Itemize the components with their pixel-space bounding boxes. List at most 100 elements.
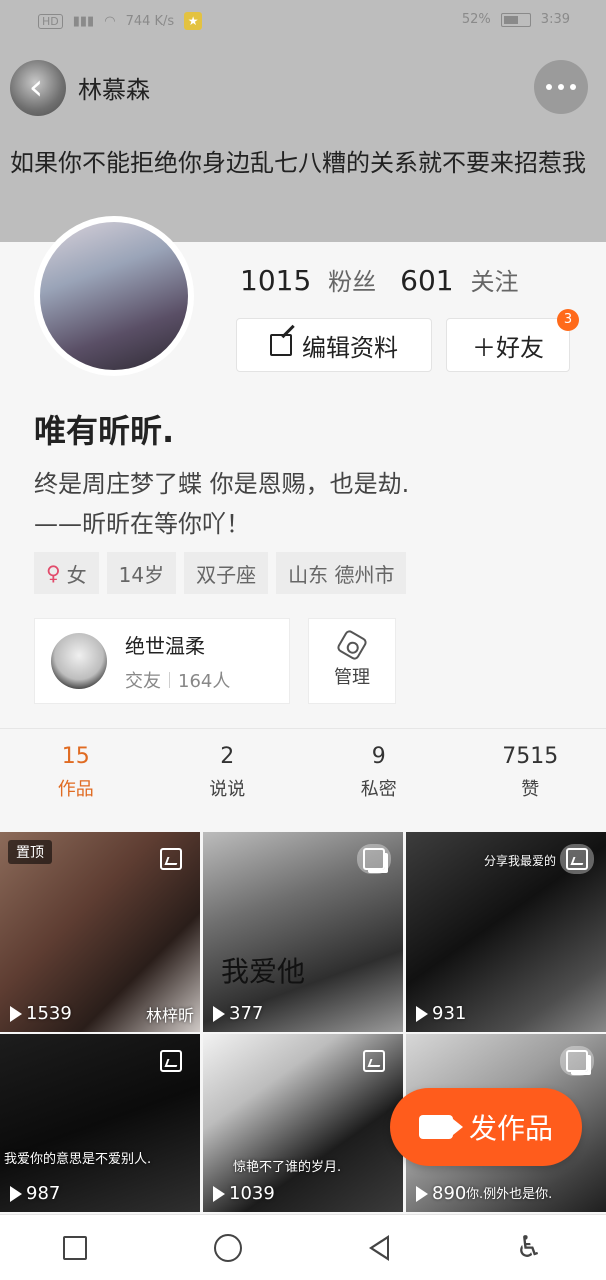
profile-stats: 1015 粉丝 601 关注: [240, 262, 519, 297]
thumbnail-caption: 你.例外也是你.: [466, 1187, 553, 1202]
bio-line-1: 终是周庄梦了蝶 你是恩赐，也是劫.: [34, 470, 410, 498]
follow-count: 601: [400, 264, 454, 297]
tab-likes[interactable]: 7515 赞: [455, 744, 606, 824]
multi-image-badge: [560, 1046, 594, 1076]
group-divider: [169, 671, 170, 688]
multi-image-icon: [566, 1050, 588, 1072]
group-members: 164人: [178, 670, 231, 692]
bio-line-2: ——昕昕在等你吖！: [34, 510, 250, 538]
more-button[interactable]: [534, 60, 588, 114]
tab-works[interactable]: 15 作品: [0, 744, 152, 824]
profile-avatar[interactable]: [34, 216, 194, 376]
manage-label: 管理: [334, 667, 370, 688]
clock: 3:39: [540, 12, 570, 27]
play-icon: [213, 1185, 225, 1202]
back-icon[interactable]: [368, 1234, 389, 1261]
publish-button[interactable]: 发作品: [390, 1088, 582, 1166]
tab-count: 2: [220, 744, 235, 769]
status-left: HD ▮▮▮ ◠ 744 K/s ★: [38, 12, 203, 30]
add-friend-button[interactable]: ＋好友 3: [446, 309, 579, 372]
photo-icon: [363, 1050, 385, 1072]
age-tag: 14岁: [106, 552, 177, 594]
photo-icon: [160, 1050, 182, 1072]
header-quote: 如果你不能拒绝你身边乱七八糟的关系就不要来招惹我: [10, 149, 586, 177]
photo-type-badge: [560, 844, 594, 874]
work-thumbnail[interactable]: 惊艳不了谁的岁月. 1039: [203, 1034, 403, 1212]
photo-type-badge: [154, 844, 188, 874]
profile-avatar-image: [40, 222, 188, 370]
star-icon: ★: [184, 12, 203, 30]
publish-label: 发作品: [468, 1112, 553, 1145]
group-card[interactable]: 绝世温柔 交友 164人: [34, 618, 290, 704]
location-tag: 山东 德州市: [276, 552, 407, 594]
gender-label: 女: [66, 562, 87, 587]
more-dot-icon: [546, 84, 552, 90]
status-right: 52% 3:39: [462, 12, 570, 27]
play-icon: [416, 1185, 428, 1202]
photo-icon: [566, 848, 588, 870]
content-tabs: 15 作品 2 说说 9 私密 7515 赞: [0, 744, 606, 824]
network-speed: 744 K/s: [125, 13, 175, 29]
fans-count: 1015: [240, 264, 312, 297]
top-bar: ‹ 林慕森: [10, 58, 596, 118]
view-count-value: 987: [26, 1183, 61, 1204]
group-type: 交友: [125, 670, 161, 692]
thumbnail-caption: 我爱他: [221, 955, 306, 988]
view-count-value: 931: [432, 1003, 467, 1024]
follow-stat[interactable]: 601 关注: [400, 262, 518, 297]
view-count: 1539: [10, 1003, 72, 1024]
view-count: 890: [416, 1183, 466, 1204]
camera-icon: [418, 1115, 463, 1139]
multi-image-badge: [357, 844, 391, 874]
thumbnail-caption: 惊艳不了谁的岁月.: [233, 1160, 342, 1175]
back-arrow-icon: ‹: [28, 67, 44, 108]
gear-icon: [335, 628, 369, 662]
work-thumbnail[interactable]: 分享我最爱的 931: [406, 832, 606, 1032]
more-dot-icon: [558, 84, 564, 90]
group-meta: 交友 164人: [125, 667, 230, 693]
view-count-value: 890: [432, 1183, 467, 1204]
status-bar: HD ▮▮▮ ◠ 744 K/s ★ 52% 3:39: [0, 0, 606, 44]
work-thumbnail[interactable]: 我爱他 377: [203, 832, 403, 1032]
tab-label: 私密: [360, 779, 397, 800]
edit-profile-button[interactable]: 编辑资料: [236, 318, 432, 372]
wifi-icon: ◠: [104, 13, 116, 29]
play-icon: [213, 1005, 225, 1022]
fans-label: 粉丝: [328, 268, 377, 296]
profile-bio: 终是周庄梦了蝶 你是恩赐，也是劫. ——昕昕在等你吖！: [34, 464, 574, 544]
battery-percent: 52%: [461, 12, 491, 27]
accessibility-icon[interactable]: ♿: [516, 1230, 543, 1265]
recent-apps-icon[interactable]: [63, 1235, 88, 1260]
photo-icon: [160, 848, 182, 870]
work-thumbnail[interactable]: 我爱你的意思是不爱别人. 987: [0, 1034, 200, 1212]
view-count: 377: [213, 1003, 263, 1024]
tab-label: 说说: [209, 779, 246, 800]
more-dot-icon: [570, 84, 576, 90]
username: 林慕森: [78, 76, 150, 104]
tab-private[interactable]: 9 私密: [303, 744, 455, 824]
group-info: 绝世温柔 交友 164人: [125, 630, 230, 693]
back-button[interactable]: ‹: [10, 60, 66, 116]
manage-button[interactable]: 管理: [308, 618, 396, 704]
tab-label: 作品: [57, 779, 94, 800]
fans-stat[interactable]: 1015 粉丝: [240, 262, 376, 297]
hd-badge: HD: [38, 13, 63, 29]
photo-type-badge: [357, 1046, 391, 1076]
gender-tag: ♀ 女: [34, 552, 99, 594]
multi-image-icon: [363, 848, 385, 870]
view-count: 931: [416, 1003, 466, 1024]
tab-count: 9: [371, 744, 386, 769]
thumbnail-caption: 分享我最爱的: [484, 854, 557, 868]
thumbnail-caption: 我爱你的意思是不爱别人.: [4, 1152, 152, 1167]
home-icon[interactable]: [214, 1233, 243, 1262]
view-count: 1039: [213, 1183, 275, 1204]
play-icon: [10, 1005, 22, 1022]
work-thumbnail[interactable]: 置顶 林梓昕 1539: [0, 832, 200, 1032]
female-icon: ♀: [46, 561, 61, 585]
battery-icon: [500, 12, 531, 27]
pinned-badge: 置顶: [8, 840, 52, 864]
signal-icon: ▮▮▮: [72, 13, 95, 29]
group-avatar: [51, 633, 107, 689]
edit-profile-label: 编辑资料: [302, 333, 398, 362]
tab-posts[interactable]: 2 说说: [152, 744, 304, 824]
